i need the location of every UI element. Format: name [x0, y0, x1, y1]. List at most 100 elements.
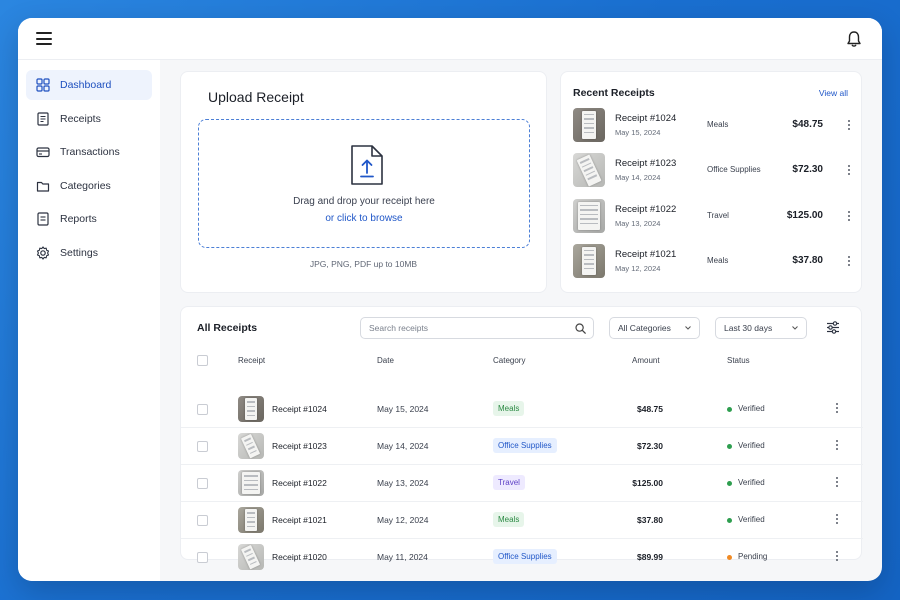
recent-receipt-name: Receipt #1024	[615, 113, 677, 124]
receipt-date: May 15, 2024	[377, 404, 429, 414]
table-row[interactable]: Receipt #1024 May 15, 2024 Meals $48.75 …	[181, 391, 863, 428]
filter-sliders-icon[interactable]	[826, 321, 840, 334]
sidebar-item-label: Transactions	[60, 146, 120, 158]
receipt-amount: $37.80	[637, 515, 663, 525]
row-checkbox[interactable]	[197, 515, 208, 526]
recent-receipt-category: Meals	[707, 120, 729, 129]
table-row[interactable]: Receipt #1023 May 14, 2024 Office Suppli…	[181, 428, 863, 465]
row-checkbox[interactable]	[197, 552, 208, 563]
row-checkbox[interactable]	[197, 404, 208, 415]
receipt-thumbnail	[238, 433, 264, 459]
sidebar-item-label: Settings	[60, 246, 98, 259]
sidebar-item-label: Categories	[60, 179, 111, 192]
sidebar-item-label: Dashboard	[60, 79, 112, 91]
search-placeholder: Search receipts	[369, 323, 429, 333]
chevron-down-icon	[685, 326, 691, 330]
category-filter-select[interactable]: All Categories	[609, 317, 700, 339]
sidebar-item-label: Reports	[60, 213, 97, 225]
recent-receipt-date: May 12, 2024	[615, 264, 661, 273]
sidebar: Dashboard Receipts Transactions Categori…	[18, 60, 160, 581]
sidebar-item-categories[interactable]: Categories	[26, 171, 152, 201]
more-options-icon[interactable]	[847, 120, 851, 132]
column-header-category[interactable]: Category	[493, 356, 525, 365]
category-tag: Office Supplies	[493, 549, 557, 564]
row-checkbox[interactable]	[197, 441, 208, 452]
search-icon[interactable]	[575, 323, 586, 334]
recent-receipt-item[interactable]: Receipt #1022 May 13, 2024 Travel $125.0…	[573, 199, 853, 235]
category-tag: Meals	[493, 401, 525, 416]
receipt-amount: $89.99	[637, 552, 663, 562]
column-header-date[interactable]: Date	[377, 356, 394, 365]
recent-receipt-date: May 14, 2024	[615, 173, 661, 182]
upload-hint: JPG, PNG, PDF up to 10MB	[309, 259, 418, 269]
recent-receipt-name: Receipt #1021	[615, 249, 677, 260]
upload-receipt-card: Upload Receipt Drag and drop your receip…	[180, 71, 547, 293]
recent-receipt-amount: $48.75	[792, 119, 823, 130]
more-options-icon[interactable]	[835, 403, 839, 415]
table-row[interactable]: Receipt #1020 May 11, 2024 Office Suppli…	[181, 539, 863, 576]
status-dot	[727, 555, 732, 560]
more-options-icon[interactable]	[835, 440, 839, 452]
sidebar-item-settings[interactable]: Settings	[26, 238, 152, 268]
search-input[interactable]: Search receipts	[360, 317, 594, 339]
more-options-icon[interactable]	[835, 551, 839, 563]
receipt-thumbnail	[238, 544, 264, 570]
receipt-icon	[37, 111, 49, 126]
recent-receipt-date: May 13, 2024	[615, 219, 661, 228]
all-receipts-title: All Receipts	[197, 322, 258, 334]
sidebar-item-transactions[interactable]: Transactions	[26, 137, 152, 167]
sidebar-item-dashboard[interactable]: Dashboard	[26, 70, 152, 100]
recent-receipt-category: Travel	[707, 211, 729, 220]
receipt-name: Receipt #1023	[272, 441, 327, 451]
recent-receipt-amount: $125.00	[786, 210, 823, 221]
more-options-icon[interactable]	[847, 165, 851, 177]
sidebar-item-label: Receipts	[60, 112, 101, 125]
recent-receipt-category: Office Supplies	[707, 165, 761, 174]
category-tag: Office Supplies	[493, 438, 557, 453]
more-options-icon[interactable]	[835, 514, 839, 526]
receipt-date: May 14, 2024	[377, 441, 429, 451]
hamburger-icon[interactable]	[36, 32, 52, 45]
receipt-thumbnail	[238, 470, 264, 496]
receipt-thumbnail	[238, 396, 264, 422]
table-row[interactable]: Receipt #1021 May 12, 2024 Meals $37.80 …	[181, 502, 863, 539]
recent-receipt-name: Receipt #1022	[615, 204, 677, 215]
recent-receipts-card: Recent Receipts View all Receipt #1024 M…	[560, 71, 862, 293]
recent-receipt-item[interactable]: Receipt #1023 May 14, 2024 Office Suppli…	[573, 153, 853, 189]
status-dot	[727, 518, 732, 523]
recent-receipt-item[interactable]: Receipt #1021 May 12, 2024 Meals $37.80	[573, 244, 853, 280]
sidebar-item-receipts[interactable]: Receipts	[26, 104, 152, 134]
recent-receipt-item[interactable]: Receipt #1024 May 15, 2024 Meals $48.75	[573, 108, 853, 144]
status-label: Verified	[738, 404, 765, 413]
column-header-status[interactable]: Status	[727, 356, 750, 365]
receipt-name: Receipt #1021	[272, 515, 327, 525]
browse-link[interactable]: or click to browse	[199, 213, 529, 224]
sidebar-item-reports[interactable]: Reports	[26, 204, 152, 234]
category-tag: Meals	[493, 512, 525, 527]
upload-dropzone[interactable]: Drag and drop your receipt here or click…	[198, 119, 530, 248]
receipt-amount: $72.30	[637, 441, 663, 451]
card-icon	[36, 147, 50, 158]
recent-receipt-category: Meals	[707, 256, 729, 265]
more-options-icon[interactable]	[847, 256, 851, 268]
recent-title: Recent Receipts	[573, 87, 655, 99]
date-range-select[interactable]: Last 30 days	[715, 317, 807, 339]
select-all-checkbox[interactable]	[197, 355, 208, 366]
recent-receipt-amount: $72.30	[792, 164, 823, 175]
view-all-link[interactable]: View all	[819, 88, 848, 98]
table-header: Receipt Date Category Amount Status	[181, 352, 863, 372]
column-header-receipt[interactable]: Receipt	[238, 356, 265, 365]
bell-icon[interactable]	[846, 30, 862, 48]
report-icon	[37, 212, 49, 226]
recent-receipt-amount: $37.80	[792, 255, 823, 266]
status-label: Pending	[738, 552, 768, 561]
more-options-icon[interactable]	[847, 211, 851, 223]
chevron-down-icon	[792, 326, 798, 330]
row-checkbox[interactable]	[197, 478, 208, 489]
status-label: Verified	[738, 478, 765, 487]
more-options-icon[interactable]	[835, 477, 839, 489]
table-row[interactable]: Receipt #1022 May 13, 2024 Travel $125.0…	[181, 465, 863, 502]
receipt-thumbnail	[573, 244, 605, 278]
column-header-amount[interactable]: Amount	[632, 356, 660, 365]
dropzone-text: Drag and drop your receipt here	[293, 196, 435, 207]
